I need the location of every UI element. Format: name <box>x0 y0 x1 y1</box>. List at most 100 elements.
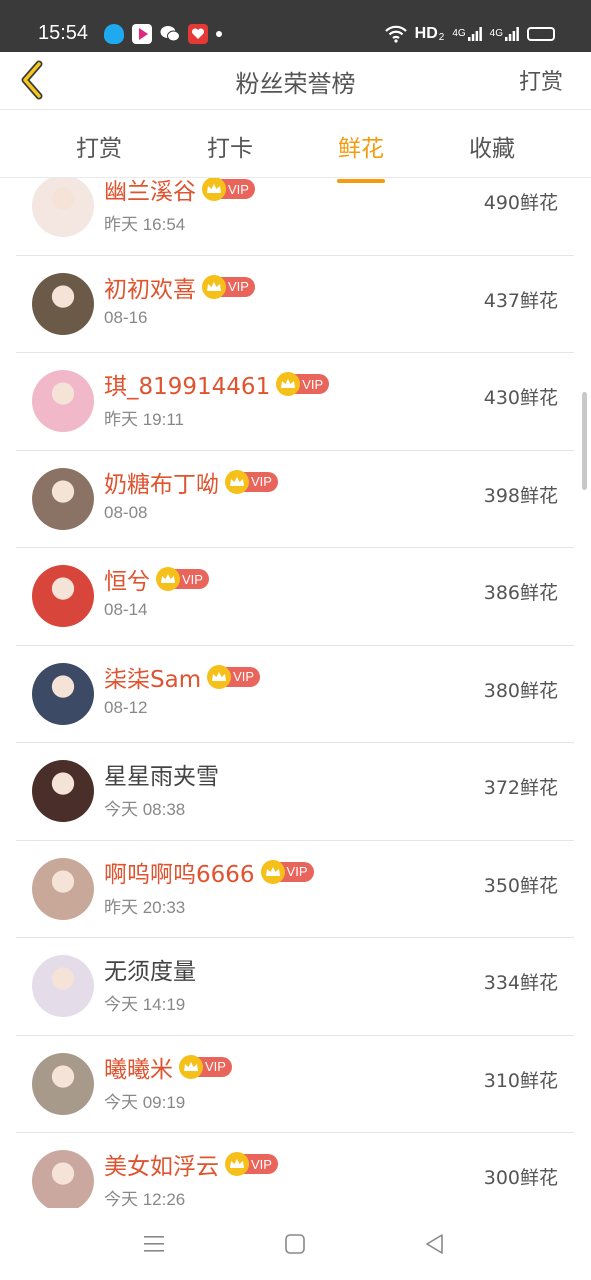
fan-time: 昨天 20:33 <box>104 897 186 917</box>
vip-badge: VIP <box>207 664 261 689</box>
flower-amount: 350鲜花 <box>483 874 558 897</box>
fan-time: 今天 08:38 <box>104 800 186 819</box>
vip-label: VIP <box>251 474 272 489</box>
name-line: 幽兰溪谷 VIP <box>104 178 255 206</box>
fan-name[interactable]: 初初欢喜 <box>104 270 196 304</box>
avatar[interactable] <box>32 467 94 530</box>
menu-button[interactable] <box>134 1228 174 1260</box>
name-line: 柒柒Sam VIP <box>104 660 261 694</box>
fan-name[interactable]: 星星雨夹雪 <box>104 757 219 791</box>
vip-label: VIP <box>302 376 324 392</box>
flower-amount: 300鲜花 <box>483 1167 558 1189</box>
fan-row[interactable]: 幽兰溪谷 VIP 昨天 16:54 490鲜花 <box>16 178 574 256</box>
name-line: 曦曦米 VIP <box>104 1050 232 1084</box>
status-time: 15:54 <box>38 22 89 44</box>
signal-strength-1: 4G <box>452 27 482 41</box>
fan-name[interactable]: 无须度量 <box>104 952 196 986</box>
fan-ranking-list: 幽兰溪谷 VIP 昨天 16:54 490鲜花 初初欢喜 VIP 08-16 437鲜花琪_8… <box>0 178 591 1208</box>
name-line: 啊呜啊呜6666 VIP <box>104 855 314 889</box>
wechat-icon <box>160 24 180 44</box>
flower-amount: 372鲜花 <box>483 777 558 799</box>
video-app-icon <box>132 24 152 44</box>
avatar[interactable] <box>32 760 94 822</box>
vip-badge: VIP <box>156 567 209 591</box>
avatar[interactable] <box>32 370 94 432</box>
signal-bars-icon <box>467 27 482 41</box>
avatar[interactable] <box>32 272 94 335</box>
name-line: 星星雨夹雪 <box>104 757 219 791</box>
fan-row[interactable]: 无须度量今天 14:19 334鲜花 <box>16 938 574 1036</box>
fan-name[interactable]: 啊呜啊呜6666 <box>104 855 255 889</box>
fan-time: 08-12 <box>104 697 148 717</box>
fan-name[interactable]: 幽兰溪谷 <box>104 178 196 206</box>
flower-amount: 380鲜花 <box>483 679 558 702</box>
fan-row[interactable]: 恒兮 VIP 08-14 386鲜花 <box>16 548 574 646</box>
home-square-icon <box>285 1234 305 1254</box>
page-title: 粉丝荣誉榜 <box>235 70 356 98</box>
battery-icon <box>527 27 555 41</box>
fan-row[interactable]: 柒柒Sam VIP 08-12 380鲜花 <box>16 646 574 743</box>
home-button[interactable] <box>275 1228 315 1260</box>
vip-label: VIP <box>286 864 308 879</box>
avatar[interactable] <box>32 1052 94 1115</box>
avatar[interactable] <box>32 662 94 725</box>
avatar[interactable] <box>32 857 94 920</box>
fan-row[interactable]: 美女如浮云 VIP 今天 12:26 300鲜花 <box>16 1133 574 1208</box>
fan-row[interactable]: 曦曦米 VIP 今天 09:19 310鲜花 <box>16 1036 574 1133</box>
tab-flowers[interactable]: 鲜花 <box>316 129 406 183</box>
fan-name[interactable]: 曦曦米 <box>104 1050 173 1084</box>
signal-bars-icon <box>505 27 519 41</box>
signal-1-label: 4G <box>452 28 466 39</box>
notification-dot <box>216 31 222 37</box>
crown-icon <box>156 567 180 591</box>
name-line: 琪_819914461 VIP <box>104 367 330 401</box>
vip-badge: VIP <box>276 372 330 396</box>
signal-strength-2: 4G <box>490 27 519 41</box>
fan-name[interactable]: 琪_819914461 <box>104 367 270 401</box>
crown-icon <box>225 1152 249 1176</box>
back-nav-button[interactable] <box>415 1228 455 1260</box>
fan-row[interactable]: 星星雨夹雪今天 08:38 372鲜花 <box>16 743 574 841</box>
avatar[interactable] <box>32 955 94 1017</box>
qq-icon <box>104 24 124 44</box>
fan-row[interactable]: 奶糖布丁呦 VIP 08-08 398鲜花 <box>16 451 574 548</box>
crown-icon <box>202 274 226 299</box>
flower-amount: 334鲜花 <box>483 972 558 994</box>
fan-time: 今天 14:19 <box>104 995 186 1014</box>
tab-reward[interactable]: 打赏 <box>54 129 144 163</box>
fan-name[interactable]: 恒兮 <box>104 562 150 596</box>
red-app-icon <box>188 24 208 44</box>
avatar[interactable] <box>32 565 94 627</box>
hd-indicator: HD 2 <box>415 25 445 43</box>
hd-label: HD <box>414 25 438 42</box>
fan-name[interactable]: 奶糖布丁呦 <box>104 465 219 499</box>
fan-time: 昨天 19:11 <box>104 410 185 429</box>
hd-sub-label: 2 <box>438 32 445 43</box>
top-header: 粉丝荣誉榜 打赏 <box>0 52 591 110</box>
name-line: 恒兮 VIP <box>104 562 209 596</box>
fan-time: 08-08 <box>104 502 148 522</box>
avatar[interactable] <box>32 1150 94 1208</box>
crown-icon <box>260 859 285 884</box>
tab-bar: 打赏 打卡 鲜花 收藏 <box>0 111 591 183</box>
reward-button[interactable]: 打赏 <box>519 64 563 96</box>
flower-amount: 437鲜花 <box>483 289 558 312</box>
avatar[interactable] <box>32 178 94 237</box>
flower-amount: 490鲜花 <box>483 192 558 214</box>
tab-favorites[interactable]: 收藏 <box>447 129 537 163</box>
fan-row[interactable]: 琪_819914461 VIP 昨天 19:11 430鲜花 <box>16 353 574 451</box>
tab-checkin[interactable]: 打卡 <box>185 129 275 163</box>
scrollbar[interactable] <box>582 392 587 490</box>
name-line: 无须度量 <box>104 952 196 986</box>
vip-label: VIP <box>233 669 255 684</box>
system-nav-bar <box>0 1208 591 1280</box>
fan-row[interactable]: 初初欢喜 VIP 08-16 437鲜花 <box>16 256 574 353</box>
fan-name[interactable]: 美女如浮云 <box>104 1147 219 1181</box>
vip-badge: VIP <box>179 1054 232 1079</box>
fan-row[interactable]: 啊呜啊呜6666 VIP 昨天 20:33 350鲜花 <box>16 841 574 938</box>
back-triangle-icon <box>426 1234 443 1254</box>
fan-name[interactable]: 柒柒Sam <box>104 660 201 694</box>
vip-label: VIP <box>205 1059 226 1074</box>
menu-icon <box>144 1236 164 1252</box>
status-bar: 15:54 HD 2 4G 4G <box>0 0 591 52</box>
